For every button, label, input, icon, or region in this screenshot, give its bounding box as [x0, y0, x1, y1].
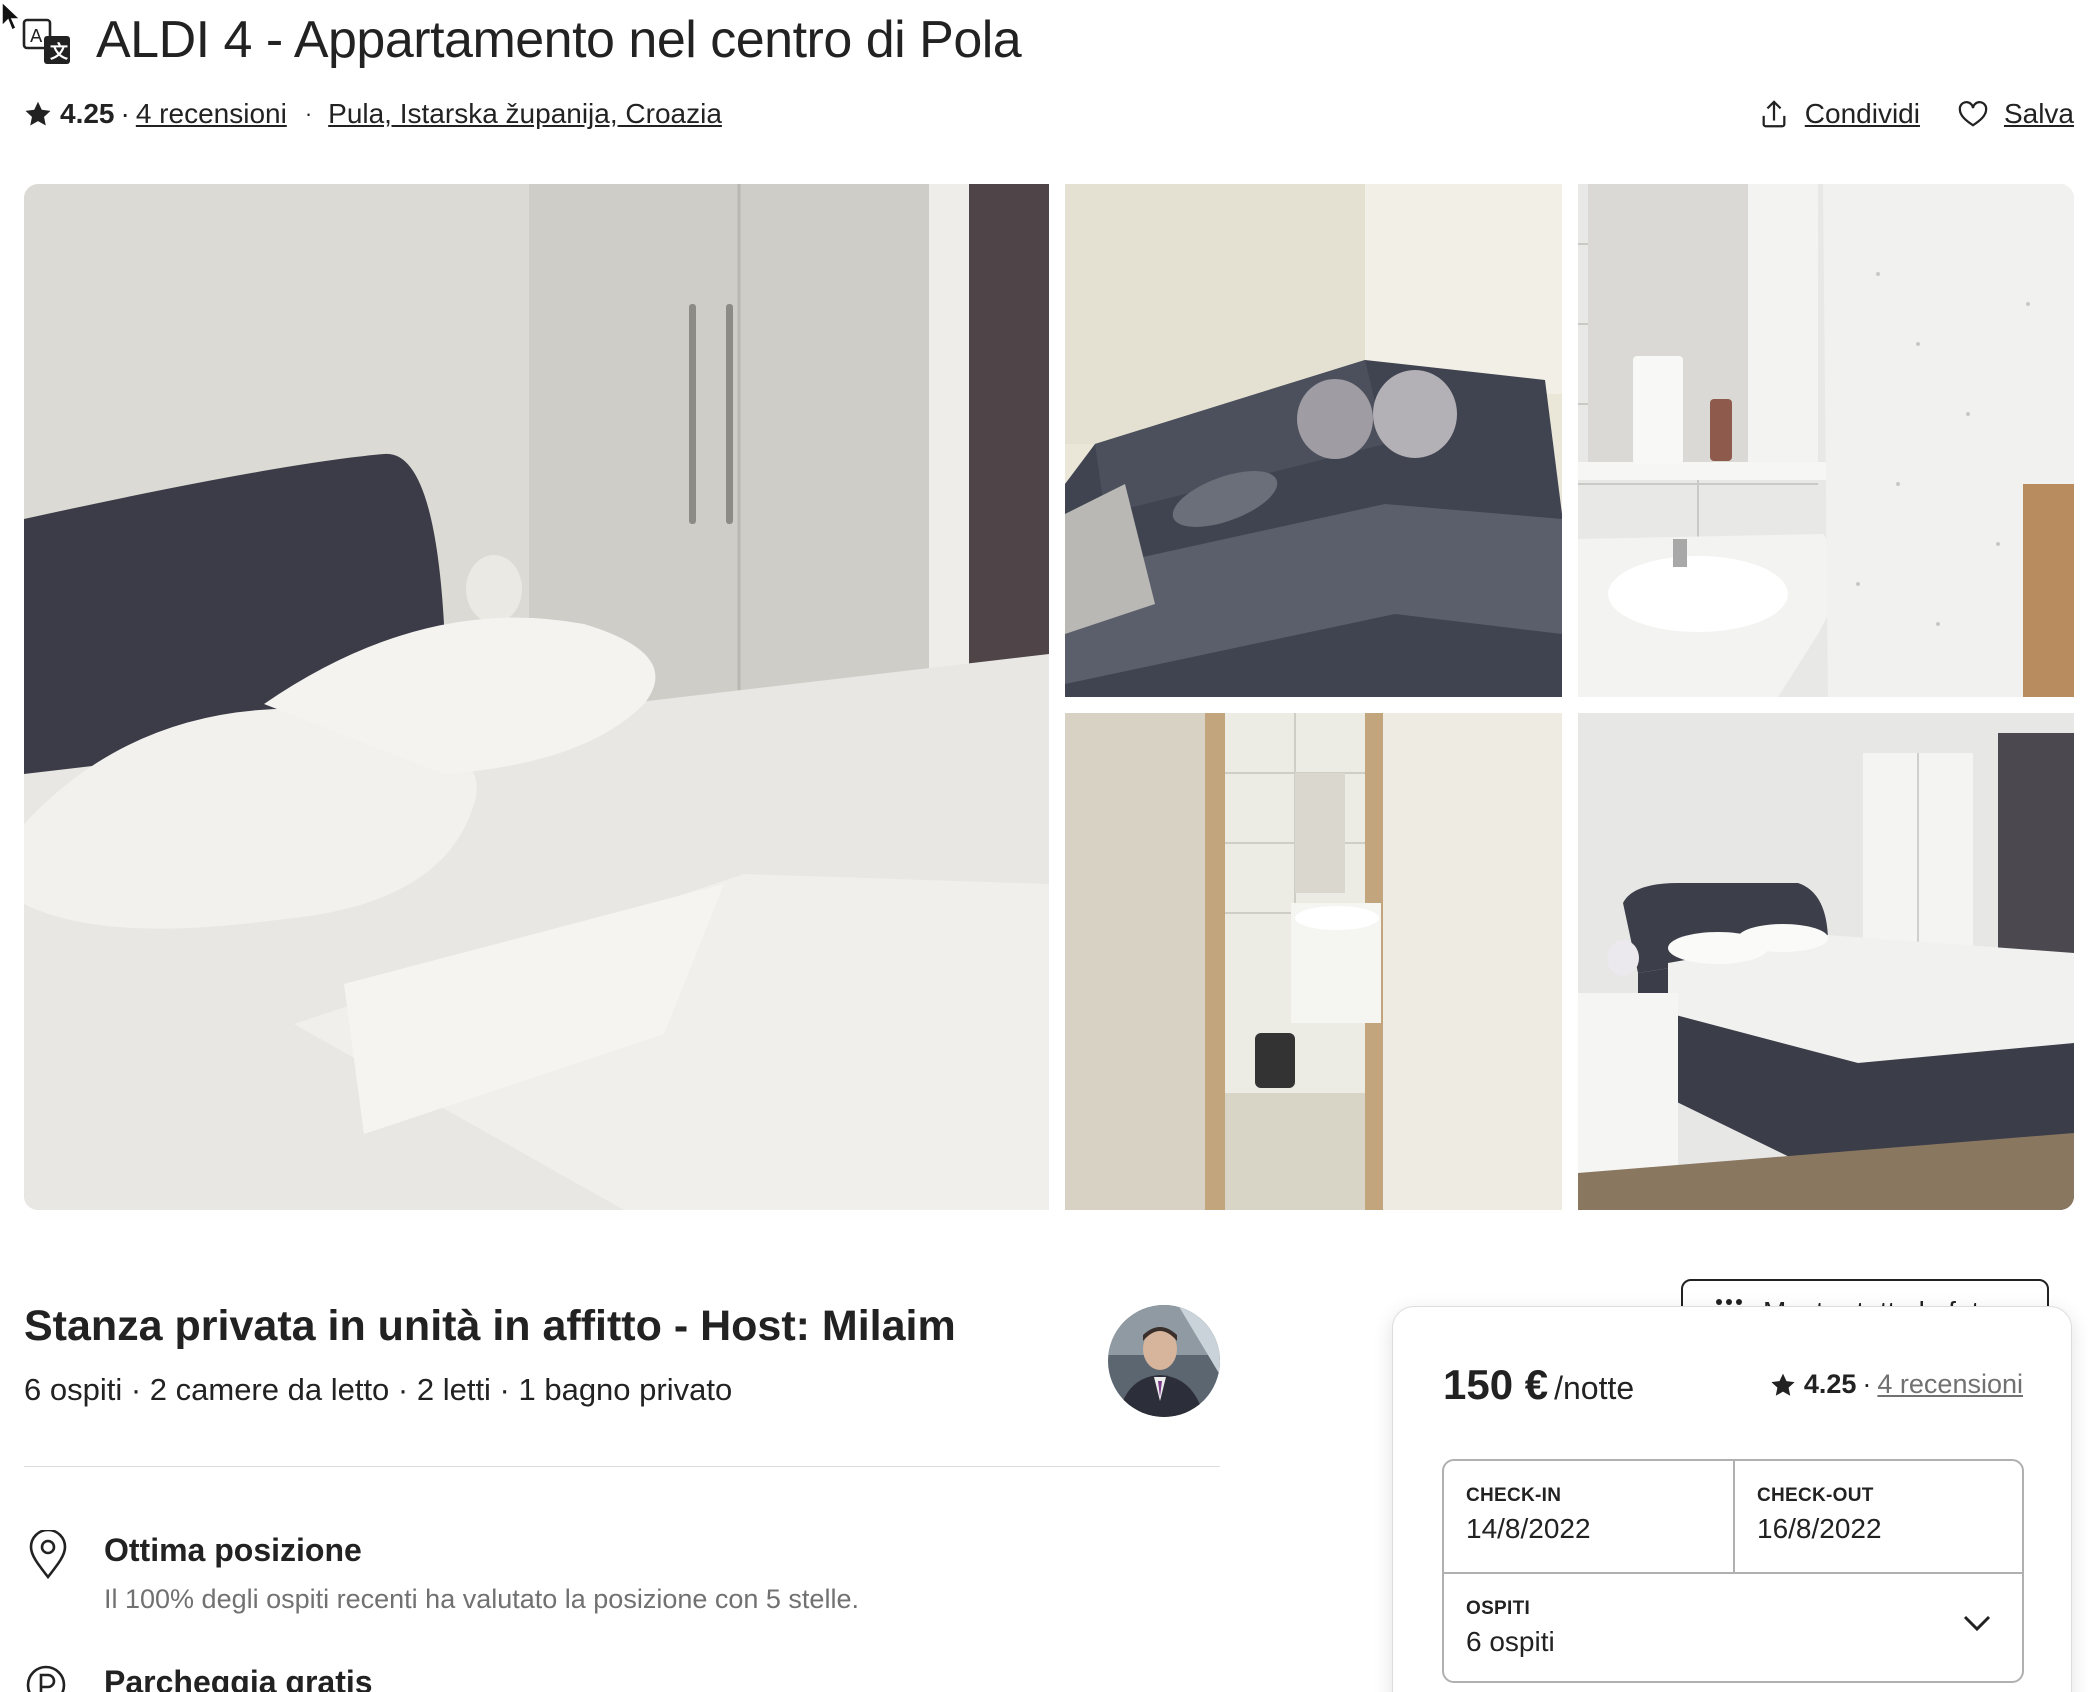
- host-avatar[interactable]: [1108, 1305, 1220, 1417]
- feature-desc-location: Il 100% degli ospiti recenti ha valutato…: [104, 1584, 859, 1614]
- listing-actions: Condividi Salva: [1759, 94, 2074, 134]
- photo-bathroom-sink[interactable]: [1578, 184, 2074, 697]
- checkin-field[interactable]: CHECK-IN 14/8/2022: [1444, 1461, 1733, 1572]
- checkin-label: CHECK-IN: [1466, 1485, 1562, 1506]
- heart-icon: [1958, 101, 1988, 127]
- card-rating-value: 4.25: [1803, 1369, 1857, 1399]
- checkout-label: CHECK-OUT: [1757, 1485, 1874, 1506]
- checkout-field[interactable]: CHECK-OUT 16/8/2022: [1735, 1461, 2022, 1572]
- svg-text:文: 文: [50, 41, 69, 63]
- listing-facts: 6 ospiti · 2 camere da letto · 2 letti ·…: [24, 1372, 733, 1407]
- share-icon: [1762, 100, 1786, 128]
- guests-label: OSPITI: [1466, 1598, 1531, 1619]
- checkout-value: 16/8/2022: [1757, 1513, 1882, 1544]
- star-icon: [25, 101, 51, 126]
- photo-main-bedroom[interactable]: [24, 184, 1049, 1210]
- mouse-cursor-icon: [1, 0, 22, 32]
- star-icon: [1771, 1373, 1795, 1396]
- meta-dot: ·: [304, 101, 313, 126]
- photo-bathroom-door[interactable]: [1065, 713, 1562, 1210]
- save-button[interactable]: Salva: [1958, 98, 2074, 130]
- booking-card: 150 €/notte 4.25 · 4 recensioni CHECK-IN…: [1392, 1306, 2072, 1692]
- card-reviews-link[interactable]: 4 recensioni: [1877, 1369, 2023, 1400]
- rating-value: 4.25: [60, 98, 115, 129]
- location-pin-icon: [29, 1530, 67, 1580]
- guests-value: 6 ospiti: [1466, 1626, 1555, 1657]
- translate-icon[interactable]: A 文: [22, 18, 74, 66]
- parking-icon: [26, 1665, 66, 1692]
- photo-living-sofa[interactable]: [1065, 184, 1562, 697]
- card-rating-separator: ·: [1862, 1369, 1872, 1399]
- share-label: Condividi: [1804, 98, 1920, 129]
- svg-text:A: A: [30, 26, 43, 47]
- guests-field[interactable]: OSPITI 6 ospiti: [1444, 1574, 2022, 1681]
- location-link[interactable]: Pula, Istarska županija, Croazia: [328, 98, 722, 130]
- feature-title-location: Ottima posizione: [104, 1532, 362, 1568]
- checkin-value: 14/8/2022: [1466, 1513, 1591, 1544]
- price-per-night: 150 €/notte: [1443, 1361, 1634, 1409]
- rating-separator: ·: [120, 98, 130, 129]
- per-night-label: /notte: [1554, 1370, 1635, 1406]
- photo-bedroom-2[interactable]: [1578, 713, 2074, 1210]
- card-rating: 4.25 · 4 recensioni: [1770, 1369, 2023, 1400]
- save-label: Salva: [2003, 98, 2074, 129]
- date-guest-picker: CHECK-IN 14/8/2022 CHECK-OUT 16/8/2022 O…: [1442, 1459, 2024, 1683]
- feature-title-parking: Parcheggia gratis: [104, 1664, 373, 1692]
- listing-meta: 4.25 · 4 recensioni · Pula, Istarska žup…: [24, 94, 722, 134]
- share-button[interactable]: Condividi: [1759, 98, 1920, 130]
- listing-title: ALDI 4 - Appartamento nel centro di Pola: [96, 11, 1022, 69]
- listing-subtitle: Stanza privata in unità in affitto - Hos…: [24, 1302, 956, 1350]
- chevron-down-icon[interactable]: [1962, 1613, 1992, 1633]
- photo-gallery: Mostra tutte le foto: [24, 184, 2074, 1345]
- price-value: 150 €: [1443, 1361, 1549, 1408]
- reviews-link[interactable]: 4 recensioni: [136, 98, 287, 130]
- section-divider: [24, 1466, 1220, 1467]
